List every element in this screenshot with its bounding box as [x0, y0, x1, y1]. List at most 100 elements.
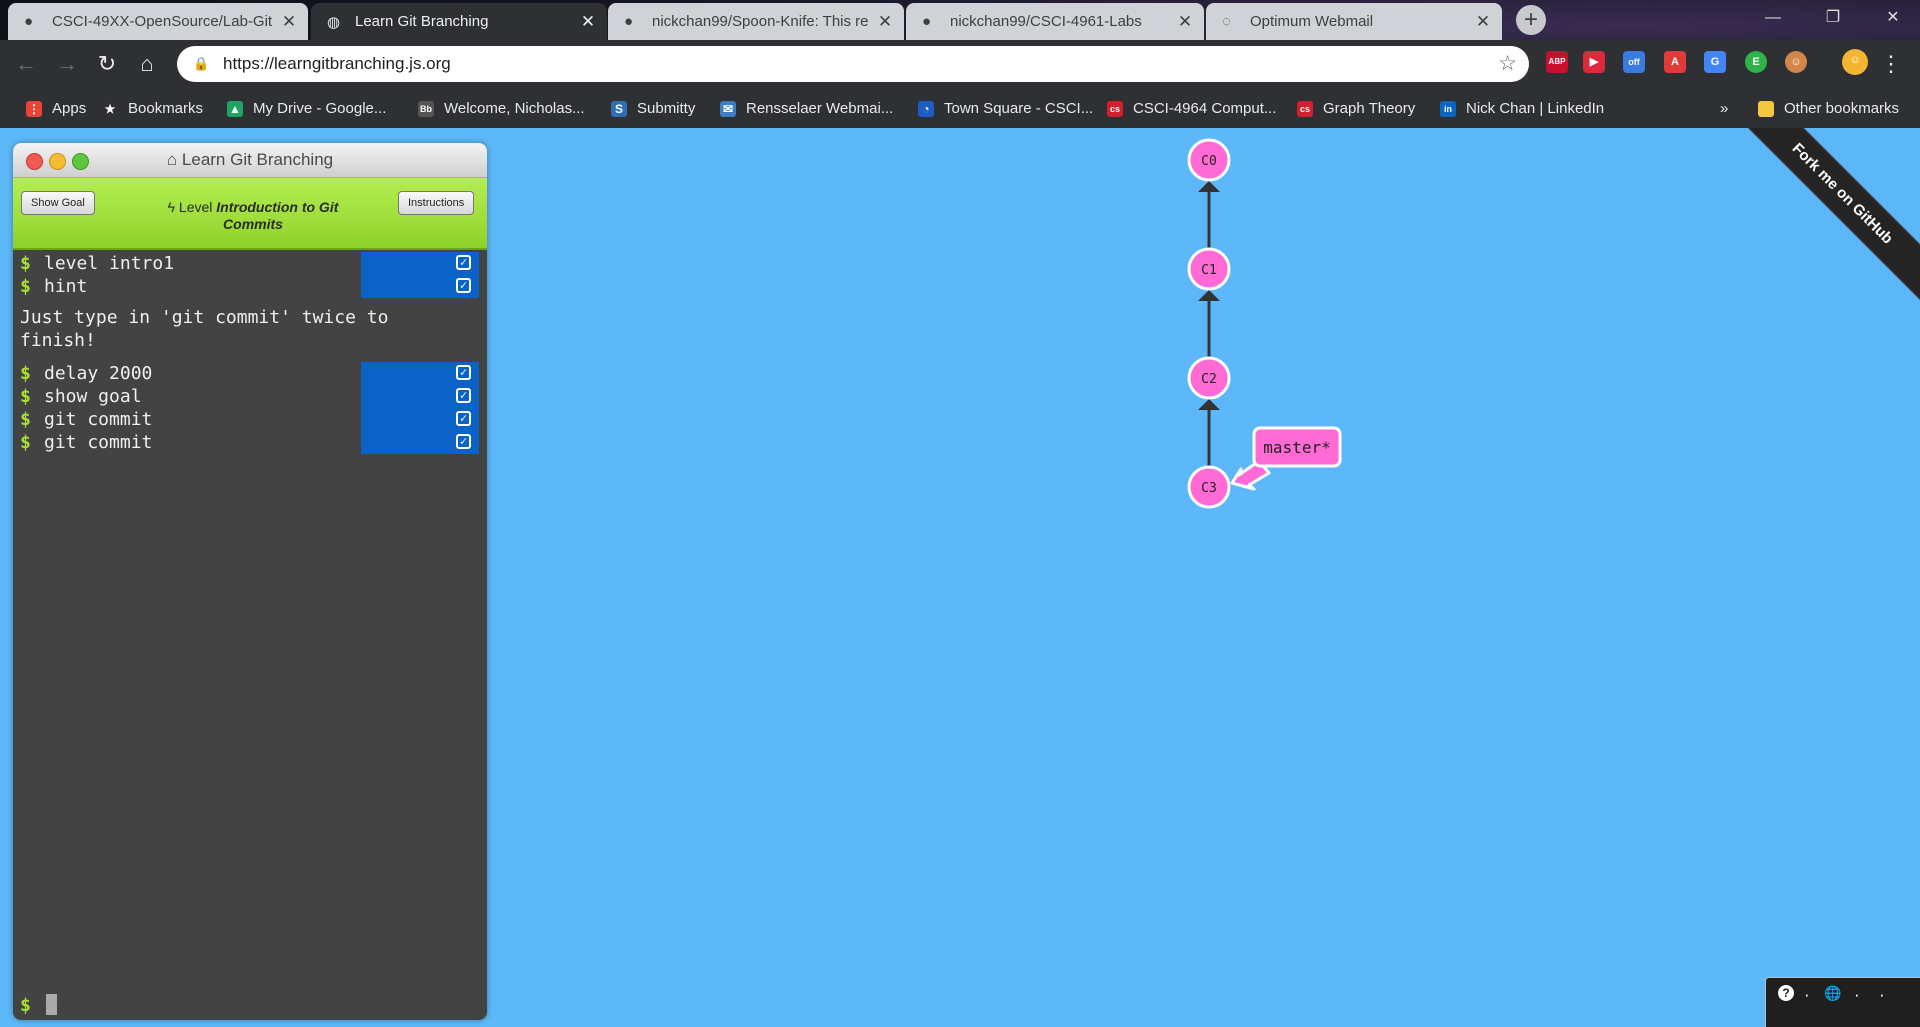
tab-title: nickchan99/CSCI-4961-Labs — [950, 13, 1142, 30]
terminal-command: $ delay 2000 ✓ — [13, 362, 487, 385]
checkbox-checked-icon: ✓ — [456, 365, 471, 380]
prompt-symbol: $ — [20, 253, 31, 274]
tab-title: Learn Git Branching — [355, 13, 489, 30]
browser-tab[interactable]: ● nickchan99/Spoon-Knife: This re ✕ — [608, 3, 904, 40]
bookmark-item[interactable]: in Nick Chan | LinkedIn — [1440, 89, 1604, 128]
bookmark-label: Graph Theory — [1323, 100, 1416, 117]
profile-avatar[interactable]: ☺ — [1842, 49, 1868, 75]
close-tab-icon[interactable]: ✕ — [1176, 12, 1194, 32]
checkbox-checked-icon: ✓ — [456, 434, 471, 449]
bookmark-label: My Drive - Google... — [253, 100, 387, 117]
globe-icon[interactable]: 🌐 — [1824, 985, 1841, 1002]
github-icon: ● — [624, 12, 634, 30]
checkbox-checked-icon: ✓ — [456, 278, 471, 293]
bookmarks-overflow-button[interactable]: » — [1720, 89, 1728, 128]
webmail-icon: ✉ — [720, 100, 736, 117]
minimize-button[interactable]: — — [1752, 0, 1794, 36]
browser-tab[interactable]: ◍ Learn Git Branching ✕ — [311, 3, 607, 40]
bookmark-item[interactable]: ★ Bookmarks — [102, 89, 203, 128]
reload-button[interactable]: ↻ — [94, 51, 120, 77]
apps-grid-icon: ⋮ — [26, 100, 42, 117]
bookmark-item[interactable]: S Submitty — [611, 89, 695, 128]
tab-title: nickchan99/Spoon-Knife: This re — [652, 13, 869, 30]
bookmark-item[interactable]: cs Graph Theory — [1297, 89, 1415, 128]
close-tab-icon[interactable]: ✕ — [579, 12, 597, 32]
address-bar[interactable]: 🔒 https://learngitbranching.js.org ☆ — [177, 46, 1529, 82]
bookmark-star-icon[interactable]: ☆ — [1498, 51, 1517, 76]
browser-tab[interactable]: ◌ Optimum Webmail ✕ — [1206, 3, 1502, 40]
terminal-command: $ git commit ✓ — [13, 408, 487, 431]
browser-toolbar: ← → ↻ ⌂ 🔒 https://learngitbranching.js.o… — [0, 40, 1920, 89]
maximize-button[interactable]: ❐ — [1812, 0, 1854, 36]
prompt-symbol: $ — [20, 432, 31, 453]
address-url[interactable]: https://learngitbranching.js.org — [223, 54, 451, 74]
bookmark-label: Welcome, Nicholas... — [444, 100, 585, 117]
terminal-command: $ git commit ✓ — [13, 431, 487, 454]
command-status: ✓ — [361, 385, 479, 408]
cs-icon: cs — [1107, 100, 1123, 117]
folder-icon — [1758, 100, 1774, 117]
media-extension-icon[interactable]: ▶ — [1583, 51, 1605, 73]
dot-icon: · — [1879, 985, 1885, 1004]
help-icon[interactable]: ? — [1778, 985, 1794, 1001]
close-tab-icon[interactable]: ✕ — [280, 12, 298, 32]
bookmark-item[interactable]: ⋮ Apps — [26, 89, 86, 128]
checkbox-checked-icon: ✓ — [456, 388, 471, 403]
commit-label: C3 — [1201, 481, 1217, 496]
bookmark-label: Nick Chan | LinkedIn — [1466, 100, 1605, 117]
adblock-extension-icon[interactable]: ABP — [1546, 51, 1568, 73]
checkbox-checked-icon: ✓ — [456, 255, 471, 270]
tab-title: Optimum Webmail — [1250, 13, 1374, 30]
command-status: ✓ — [361, 252, 479, 275]
acrobat-extension-icon[interactable]: A — [1664, 51, 1686, 73]
user-extension-icon[interactable]: ☺ — [1785, 51, 1807, 73]
prompt-symbol: $ — [20, 995, 31, 1016]
close-tab-icon[interactable]: ✕ — [876, 12, 894, 32]
other-bookmarks-folder[interactable]: Other bookmarks — [1758, 89, 1899, 128]
bookmark-item[interactable]: ✉ Rensselaer Webmai... — [720, 89, 893, 128]
edge-arrowhead — [1198, 399, 1220, 410]
bookmark-item[interactable]: Bb Welcome, Nicholas... — [418, 89, 585, 128]
prompt-symbol: $ — [20, 386, 31, 407]
bookmarks-bar: ⋮ Apps ★ Bookmarks ▲ My Drive - Google... Bb We… — [0, 89, 1920, 128]
mattermost-icon: ◔ — [918, 100, 934, 117]
toggle-extension-icon[interactable]: off — [1623, 51, 1645, 73]
bookmark-item[interactable]: ◔ Town Square - CSCI... — [918, 89, 1093, 128]
command-status: ✓ — [361, 362, 479, 385]
checkbox-checked-icon: ✓ — [456, 411, 471, 426]
learn-git-branching-page: C0 C1 C2 C3 master* Fork me on GitHub ⌂ Lear… — [0, 128, 1920, 1027]
command-panel: ⌂ Learn Git Branching Show Goal ϟ Level … — [13, 143, 487, 1020]
command-group: $ level intro1 ✓ $ hint ✓ — [13, 250, 487, 298]
bookmark-item[interactable]: cs CSCI-4964 Comput... — [1107, 89, 1276, 128]
back-button[interactable]: ← — [13, 51, 39, 77]
new-tab-button[interactable]: + — [1516, 5, 1546, 35]
bookmark-item[interactable]: ▲ My Drive - Google... — [227, 89, 386, 128]
browser-tab[interactable]: ● CSCI-49XX-OpenSource/Lab-Git ✕ — [8, 3, 308, 40]
bookmark-label: Town Square - CSCI... — [944, 100, 1094, 117]
branch-label: master* — [1263, 438, 1330, 457]
evernote-extension-icon[interactable]: E — [1745, 51, 1767, 73]
menu-kebab-icon[interactable]: ⋮ — [1878, 51, 1904, 77]
command-text: git commit — [44, 409, 153, 430]
show-goal-button[interactable]: Show Goal — [21, 191, 95, 215]
panel-title: ⌂ Learn Git Branching — [166, 150, 334, 169]
hint-output: Just type in 'git commit' twice to finis… — [20, 307, 389, 351]
browser-tab[interactable]: ● nickchan99/CSCI-4961-Labs ✕ — [906, 3, 1204, 40]
bookmark-label: Bookmarks — [128, 100, 204, 117]
command-text: show goal — [44, 386, 142, 407]
dot-icon: · — [1804, 985, 1810, 1004]
command-input[interactable] — [46, 994, 57, 1015]
commit-label: C1 — [1201, 263, 1217, 278]
instructions-button[interactable]: Instructions — [398, 191, 475, 215]
dot-icon: · — [1854, 985, 1860, 1004]
terminal-command: $ hint ✓ — [13, 275, 487, 298]
terminal-command: $ show goal ✓ — [13, 385, 487, 408]
prompt-symbol: $ — [20, 363, 31, 384]
panel-titlebar: ⌂ Learn Git Branching — [13, 143, 487, 178]
close-tab-icon[interactable]: ✕ — [1474, 12, 1492, 32]
commit-label: C0 — [1201, 154, 1217, 169]
forward-button[interactable]: → — [54, 51, 80, 77]
translate-extension-icon[interactable]: G — [1704, 51, 1726, 73]
home-button[interactable]: ⌂ — [134, 51, 160, 77]
close-window-button[interactable]: ✕ — [1872, 0, 1914, 36]
